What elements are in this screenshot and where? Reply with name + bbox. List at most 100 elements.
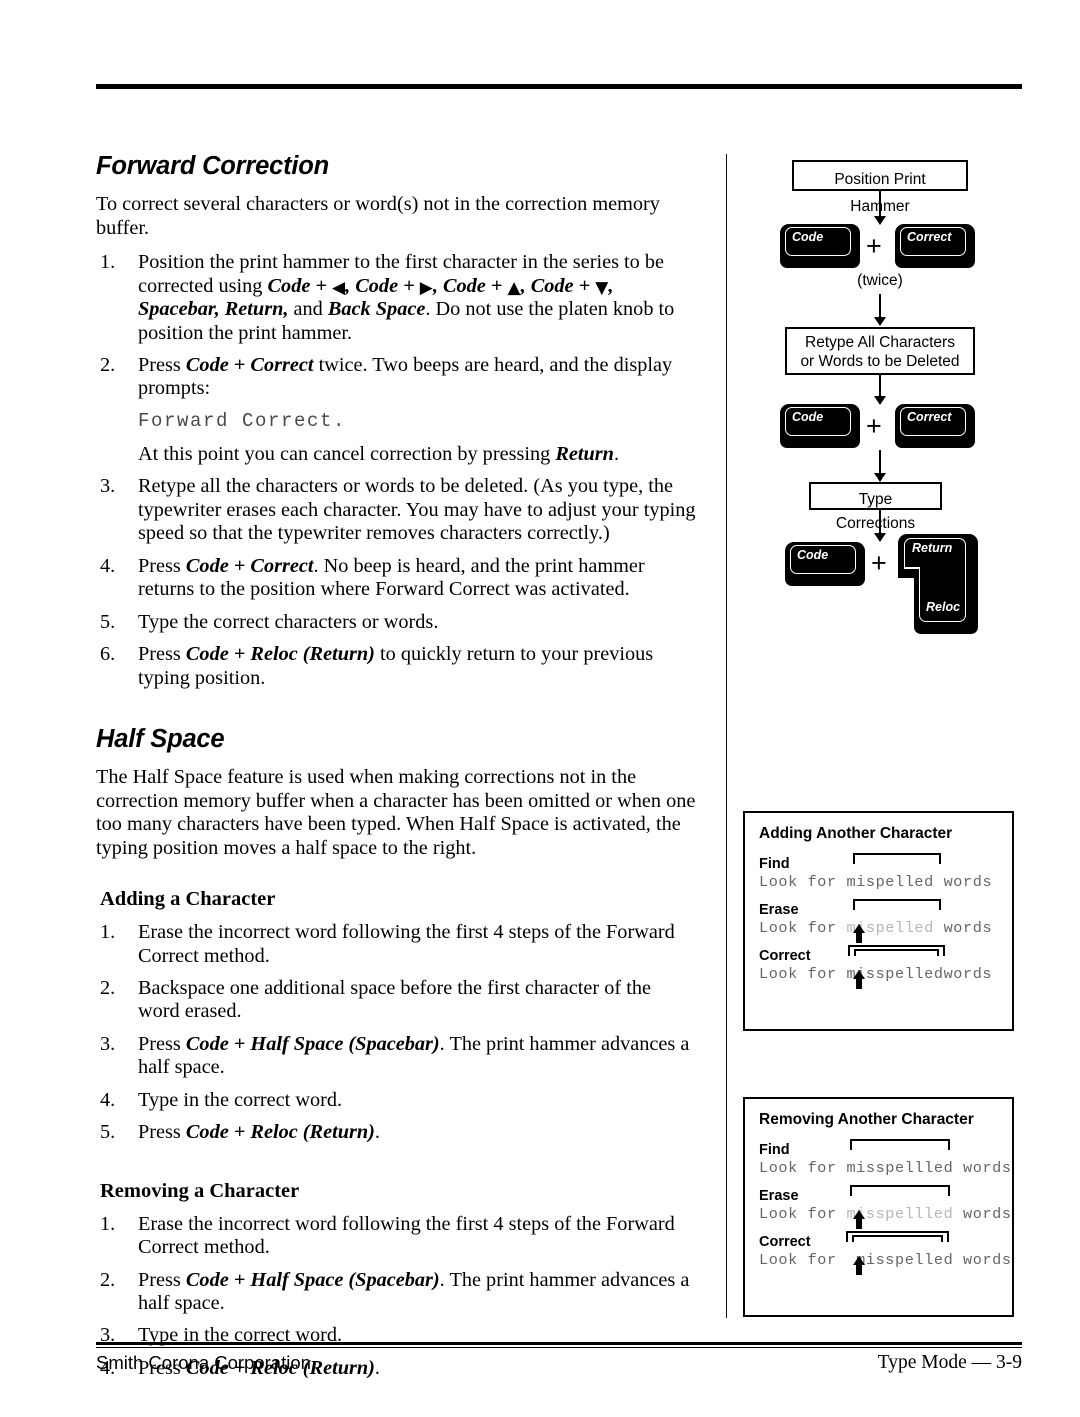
step-1-key-2: Code +	[355, 274, 420, 297]
row-text-erase: Look for misspellled words	[759, 1205, 1011, 1223]
panel-removing-another-character: Removing Another Character Find Look for…	[743, 1097, 1014, 1317]
arrow-right-icon: ▶	[419, 277, 433, 298]
flow-box-type-corrections: Type Corrections	[809, 482, 942, 532]
find-pre: Look for	[759, 873, 847, 891]
key-label: Code	[792, 230, 824, 244]
row-text-correct: Look for misspelled words	[759, 1251, 1011, 1269]
step-2-text-a: Press	[138, 354, 186, 377]
step-5: 5. Type the correct characters or words.	[96, 611, 696, 634]
plus-symbol-2: +	[866, 411, 882, 441]
flow-box-retype-all: Retype All Characters or Words to be Del…	[785, 327, 975, 375]
rem-step-2-text-a: Press	[138, 1268, 186, 1291]
add-step-3-key: Code + Half Space (Spacebar)	[185, 1032, 440, 1055]
plus-symbol-1: +	[866, 231, 882, 261]
flow-arrowhead-icon	[874, 216, 886, 225]
key-return-reloc: Return Reloc	[898, 534, 978, 634]
step-number: 5.	[100, 1121, 116, 1144]
span-bracket-icon	[850, 1139, 950, 1150]
keycap-face-step	[904, 567, 920, 569]
rem-step-4-text-b: .	[374, 1356, 380, 1379]
key-code-2: Code	[780, 404, 860, 448]
cancel-note: At this point you can cancel correction …	[138, 443, 696, 467]
step-6: 6. Press Code + Reloc (Return) to quickly…	[96, 643, 696, 690]
panel-row-erase: Erase Look for mispelled words	[757, 899, 1000, 943]
step-1-sep-1: ,	[345, 274, 356, 297]
panel-title: Adding Another Character	[759, 825, 953, 842]
add-step-5-text-a: Press	[138, 1121, 186, 1144]
heading-adding-a-character: Adding a Character	[100, 888, 276, 911]
step-1-key-4: Code +	[530, 274, 596, 297]
span-bracket-inner-icon	[854, 949, 939, 956]
step-number: 3.	[100, 1032, 116, 1055]
step-number: 2.	[100, 1268, 116, 1291]
step-2: 2. Press Code + Correct twice. Two beeps …	[96, 354, 696, 401]
find-post: words	[953, 1159, 1012, 1177]
half-space-intro: The Half Space feature is used when maki…	[96, 766, 696, 859]
add-step-5-text-b: .	[374, 1121, 380, 1144]
correct-pre: Look for	[759, 1251, 847, 1269]
add-step-5: 5. Press Code + Reloc (Return).	[96, 1121, 696, 1144]
left-column: Forward Correction To correct several ch…	[96, 152, 696, 1389]
key-label: Code	[792, 410, 824, 424]
step-3: 3. Retype all the characters or words to …	[96, 475, 696, 545]
correct-post: words	[943, 965, 993, 983]
panel-row-correct: Correct Look for misspelledwords	[757, 945, 1000, 989]
key-label: Correct	[907, 410, 952, 424]
erase-pre: Look for	[759, 1205, 847, 1223]
step-number: 1.	[100, 1212, 116, 1235]
key-label-return: Return	[912, 541, 953, 555]
span-bracket-inner-icon	[852, 1235, 943, 1242]
add-step-1-text: Erase the incorrect word following the f…	[138, 921, 675, 967]
step-number: 4.	[100, 554, 116, 577]
panel-row-erase: Erase Look for misspellled words	[757, 1185, 1011, 1229]
panel-row-find: Find Look for mispelled words	[757, 853, 1000, 891]
add-step-4: 4. Type in the correct word.	[96, 1089, 696, 1112]
flow-box-position-print-hammer: Position Print Hammer	[792, 160, 968, 215]
step-1-sep-2: ,	[432, 274, 443, 297]
key-correct-2: Correct	[895, 404, 975, 448]
add-step-2-text: Backspace one additional space before th…	[138, 977, 651, 1023]
step-4: 4. Press Code + Correct. No beep is heard…	[96, 555, 696, 602]
footer-company: Smith Corona Corporation	[96, 1352, 311, 1373]
step-6-key: Code + Reloc (Return)	[185, 643, 375, 666]
panel-adding-another-character: Adding Another Character Find Look for m…	[743, 811, 1014, 1031]
flow-box-retype-line1: Retype All Characters	[805, 334, 955, 351]
step-1-sep-3: ,	[520, 274, 531, 297]
rem-step-1: 1. Erase the incorrect word following the…	[96, 1213, 696, 1260]
step-number: 5.	[100, 610, 116, 633]
panel-row-find: Find Look for misspellled words	[757, 1139, 1011, 1177]
footer-rule-thick	[96, 1342, 1022, 1345]
span-bracket-icon	[850, 1185, 950, 1196]
step-4-key: Code + Correct	[185, 554, 314, 577]
heading-forward-correction: Forward Correction	[96, 152, 330, 180]
find-post: words	[933, 873, 993, 891]
step-1-text-b: and	[288, 298, 328, 321]
row-text-erase: Look for mispelled words	[759, 919, 1000, 937]
step-2-key: Code + Correct	[185, 354, 314, 377]
key-label: Correct	[907, 230, 952, 244]
step-number: 1.	[100, 921, 116, 944]
step-1-key-3: Code +	[443, 274, 508, 297]
add-step-5-key: Code + Reloc (Return)	[185, 1121, 375, 1144]
span-bracket-icon	[853, 899, 941, 910]
step-number: 2.	[100, 354, 116, 377]
footer-rule-thin	[96, 1347, 1022, 1348]
row-text-find: Look for mispelled words	[759, 873, 1000, 891]
step-number: 1.	[100, 251, 116, 274]
panel-title: Removing Another Character	[759, 1111, 974, 1128]
arrow-up-icon: ▲	[507, 277, 521, 298]
step-4-text-a: Press	[138, 554, 186, 577]
step-1-key-6: Back Space	[327, 298, 426, 321]
correct-post: words	[953, 1251, 1012, 1269]
correct-pre: Look for	[759, 965, 847, 983]
adding-character-steps: 1. Erase the incorrect word following the…	[96, 921, 696, 1145]
step-number: 4.	[100, 1088, 116, 1111]
flow-note-twice: (twice)	[857, 272, 903, 289]
column-divider	[726, 154, 728, 1318]
key-code-3: Code	[785, 542, 865, 586]
row-text-find: Look for misspellled words	[759, 1159, 1011, 1177]
page: Forward Correction To correct several ch…	[0, 0, 1080, 1417]
key-label: Code	[797, 548, 829, 562]
